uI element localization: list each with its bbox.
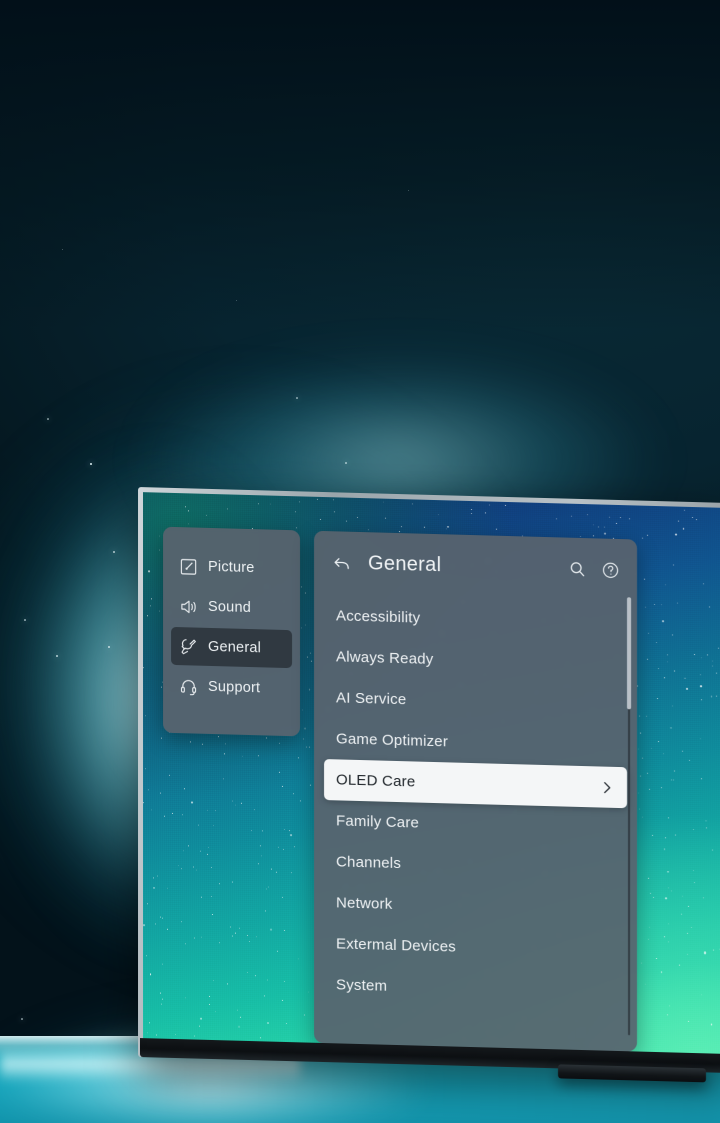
page-title: General <box>368 551 442 576</box>
sidebar-item-label: Picture <box>208 558 255 577</box>
sidebar-item-sound[interactable]: Sound <box>171 587 292 628</box>
scrollbar-track[interactable] <box>627 597 631 1036</box>
television: Picture Sound General Support General Ac… <box>138 487 720 1083</box>
sidebar-item-support[interactable]: Support <box>171 667 292 708</box>
scene: Picture Sound General Support General Ac… <box>0 0 720 1123</box>
menu-item-label: Always Ready <box>336 648 434 668</box>
picture-icon <box>179 557 198 577</box>
sound-icon <box>179 597 198 617</box>
menu-item-label: Family Care <box>336 812 420 832</box>
menu-item[interactable]: System <box>324 964 627 1013</box>
menu-item-label: Extermal Devices <box>336 935 456 956</box>
settings-content-panel: General Accessibility Always Ready AI Se… <box>314 530 637 1052</box>
back-arrow-icon[interactable] <box>328 549 354 576</box>
header-actions <box>566 558 621 581</box>
sidebar-item-label: Sound <box>208 598 251 617</box>
menu-item-label: Game Optimizer <box>336 730 448 751</box>
content-header: General <box>314 531 637 602</box>
settings-menu-list: Accessibility Always Ready AI Service Game … <box>314 593 637 1014</box>
menu-item-label: AI Service <box>336 689 407 709</box>
tv-screen: Picture Sound General Support General Ac… <box>143 492 720 1056</box>
help-icon[interactable] <box>599 558 621 581</box>
sidebar-item-picture[interactable]: Picture <box>171 547 292 588</box>
menu-item-label: OLED Care <box>336 771 416 791</box>
scrollbar-thumb[interactable] <box>627 597 631 710</box>
menu-item-label: Channels <box>336 853 401 873</box>
sidebar-item-label: General <box>208 638 261 657</box>
wrench-icon <box>179 637 198 657</box>
menu-item-label: Accessibility <box>336 607 421 627</box>
settings-sidebar: Picture Sound General Support <box>163 526 300 737</box>
sidebar-item-label: Support <box>208 678 261 697</box>
menu-item-label: System <box>336 976 388 995</box>
menu-item-label: Network <box>336 894 393 913</box>
headset-icon <box>179 677 198 697</box>
chevron-right-icon <box>599 779 615 795</box>
search-icon[interactable] <box>566 558 588 581</box>
sidebar-item-general[interactable]: General <box>171 626 292 669</box>
settings-overlay: Picture Sound General Support General Ac… <box>163 526 637 1052</box>
